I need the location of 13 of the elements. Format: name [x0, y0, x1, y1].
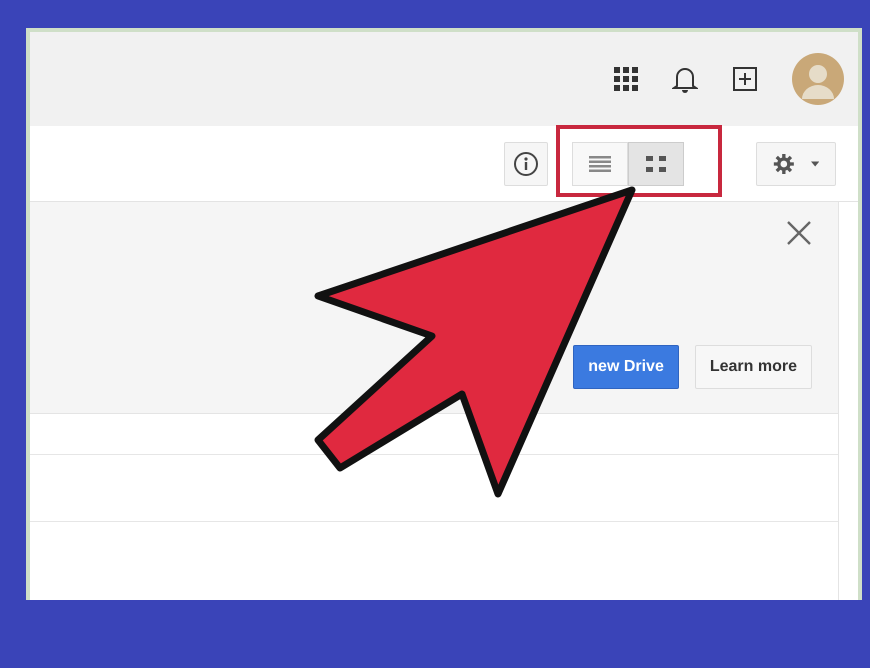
close-icon[interactable]	[786, 220, 812, 246]
grid-view-button[interactable]	[628, 142, 684, 186]
settings-button[interactable]	[756, 142, 836, 186]
drive-button[interactable]: new Drive	[573, 345, 679, 389]
info-icon	[513, 150, 539, 176]
grid-icon	[646, 156, 666, 172]
info-button[interactable]	[504, 142, 548, 186]
add-icon[interactable]	[732, 66, 758, 92]
apps-icon[interactable]	[614, 67, 638, 91]
learn-more-button[interactable]: Learn more	[694, 345, 812, 389]
list-icon	[589, 156, 611, 172]
caret-icon	[810, 160, 819, 166]
list-view-button[interactable]	[572, 142, 628, 186]
